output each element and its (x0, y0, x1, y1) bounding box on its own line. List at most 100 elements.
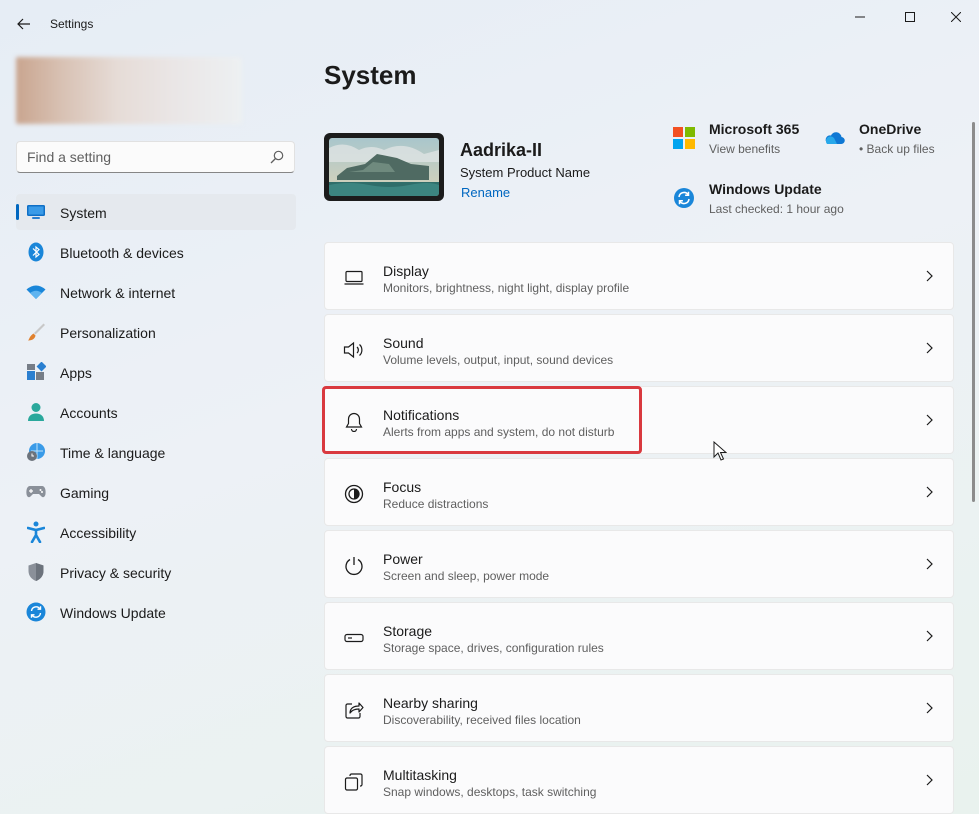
chevron-right-icon (926, 630, 933, 642)
focus-icon (343, 483, 365, 505)
sidebar-item-label: Privacy & security (60, 565, 172, 581)
rename-link[interactable]: Rename (461, 185, 510, 200)
quick-link-title: OneDrive (859, 121, 922, 137)
storage-drive-icon (343, 627, 365, 649)
bell-icon (343, 411, 365, 433)
app-title: Settings (50, 17, 94, 31)
sidebar-item-system[interactable]: System (16, 194, 296, 230)
page-title: System (324, 60, 417, 90)
card-multitasking[interactable]: Multitasking Snap windows, desktops, tas… (324, 746, 954, 814)
paintbrush-icon (26, 322, 46, 342)
card-subtitle: Discoverability, received files location (383, 713, 581, 727)
chevron-right-icon (926, 774, 933, 786)
maximize-button[interactable] (890, 4, 930, 30)
device-wallpaper-thumbnail[interactable] (324, 133, 444, 201)
scrollbar[interactable] (972, 122, 975, 502)
search-input[interactable] (27, 142, 257, 172)
sidebar-item-bluetooth[interactable]: Bluetooth & devices (16, 234, 296, 270)
card-title: Multitasking (383, 767, 457, 783)
multitasking-icon (343, 771, 365, 793)
microsoft-logo-icon (673, 127, 695, 149)
device-name: Aadrika-II (460, 140, 543, 160)
shield-icon (26, 562, 46, 582)
quick-link-title: Windows Update (709, 181, 822, 197)
mouse-cursor-icon (713, 441, 727, 461)
sidebar-item-label: Windows Update (60, 605, 166, 621)
settings-card-list: Display Monitors, brightness, night ligh… (324, 242, 954, 814)
gamepad-icon (26, 482, 46, 502)
maximize-icon (905, 12, 915, 22)
sidebar-item-network[interactable]: Network & internet (16, 274, 296, 310)
active-indicator (16, 204, 19, 220)
back-button[interactable] (12, 12, 36, 36)
card-storage[interactable]: Storage Storage space, drives, configura… (324, 602, 954, 670)
card-subtitle: Monitors, brightness, night light, displ… (383, 281, 630, 295)
card-subtitle: Snap windows, desktops, task switching (383, 785, 597, 799)
chevron-right-icon (926, 342, 933, 354)
speaker-icon (343, 339, 365, 361)
windows-update-icon (674, 188, 694, 208)
minimize-icon (855, 16, 865, 18)
card-power[interactable]: Power Screen and sleep, power mode (324, 530, 954, 598)
power-icon (343, 555, 365, 577)
quick-link-subtitle: • Back up files (859, 142, 935, 156)
sidebar-item-accounts[interactable]: Accounts (16, 394, 296, 430)
card-focus[interactable]: Focus Reduce distractions (324, 458, 954, 526)
person-icon (26, 402, 46, 422)
card-title: Display (383, 263, 429, 279)
sidebar-item-gaming[interactable]: Gaming (16, 474, 296, 510)
card-nearby-sharing[interactable]: Nearby sharing Discoverability, received… (324, 674, 954, 742)
search-icon[interactable] (270, 150, 284, 164)
card-title: Notifications (383, 407, 460, 423)
sidebar-item-label: Bluetooth & devices (60, 245, 184, 261)
sidebar-item-label: Accessibility (60, 525, 137, 541)
card-title: Sound (383, 335, 424, 351)
sidebar-item-label: System (60, 205, 107, 221)
card-subtitle: Screen and sleep, power mode (383, 569, 550, 583)
search-box[interactable] (16, 141, 295, 173)
wifi-icon (26, 282, 46, 302)
close-icon (951, 12, 961, 22)
accessibility-icon (26, 521, 46, 543)
quick-link-title: Microsoft 365 (709, 121, 800, 137)
minimize-button[interactable] (840, 4, 880, 30)
card-subtitle: Reduce distractions (383, 497, 489, 511)
sidebar-item-privacy-security[interactable]: Privacy & security (16, 554, 296, 590)
sidebar-item-label: Accounts (60, 405, 118, 421)
chevron-right-icon (926, 558, 933, 570)
title-bar: Settings (0, 0, 979, 44)
sidebar-item-apps[interactable]: Apps (16, 354, 296, 390)
card-notifications[interactable]: Notifications Alerts from apps and syste… (324, 386, 954, 454)
card-title: Storage (383, 623, 433, 639)
globe-clock-icon (26, 442, 46, 462)
device-model: System Product Name (460, 165, 591, 180)
sidebar-item-time-language[interactable]: Time & language (16, 434, 296, 470)
sidebar-item-personalization[interactable]: Personalization (16, 314, 296, 350)
quick-link-subtitle: Last checked: 1 hour ago (709, 202, 844, 216)
sidebar-item-label: Time & language (60, 445, 166, 461)
user-avatar-blurred[interactable] (16, 57, 242, 124)
card-display[interactable]: Display Monitors, brightness, night ligh… (324, 242, 954, 310)
card-title: Nearby sharing (383, 695, 478, 711)
apps-icon (26, 362, 46, 382)
card-sound[interactable]: Sound Volume levels, output, input, soun… (324, 314, 954, 382)
chevron-right-icon (926, 486, 933, 498)
sidebar-item-label: Personalization (60, 325, 156, 341)
card-title: Focus (383, 479, 422, 495)
card-subtitle: Alerts from apps and system, do not dist… (383, 425, 615, 439)
sidebar-item-windows-update[interactable]: Windows Update (16, 594, 296, 630)
display-icon (343, 267, 365, 289)
quick-link-subtitle: View benefits (709, 142, 781, 156)
share-icon (343, 699, 365, 721)
system-monitor-icon (26, 202, 46, 222)
chevron-right-icon (926, 270, 933, 282)
sidebar-item-label: Apps (60, 365, 92, 381)
bluetooth-icon (26, 242, 46, 262)
sidebar-item-accessibility[interactable]: Accessibility (16, 514, 296, 550)
update-icon (26, 602, 46, 622)
sidebar-nav: System Bluetooth & devices Network & int… (16, 194, 296, 634)
sidebar-item-label: Gaming (60, 485, 110, 501)
chevron-right-icon (926, 414, 933, 426)
card-title: Power (383, 551, 423, 567)
close-button[interactable] (936, 4, 976, 30)
